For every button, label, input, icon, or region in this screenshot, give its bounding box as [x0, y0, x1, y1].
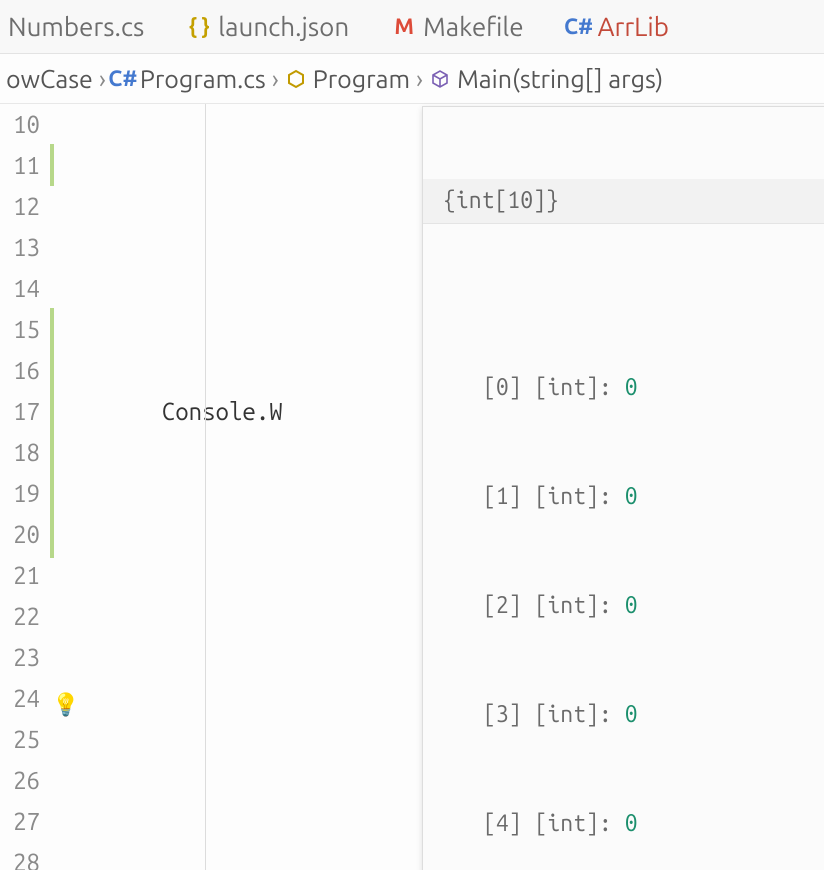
method-icon	[429, 69, 451, 89]
tab-label: Numbers.cs	[8, 12, 144, 41]
csharp-icon: C#	[568, 16, 590, 38]
tooltip-body: [0] [int]: 0 [1] [int]: 0 [2] [int]: 0 […	[423, 296, 824, 870]
indent-guide	[205, 104, 206, 870]
line-number: 23	[0, 637, 40, 678]
line-number: 16	[0, 350, 40, 391]
line-number: 17	[0, 391, 40, 432]
tooltip-row[interactable]: [0] [int]: 0	[483, 370, 824, 407]
editor-area[interactable]: 10 11 12 13 14 15 16 17 18 19 20 21 22 2…	[0, 104, 824, 870]
tooltip-row[interactable]: [1] [int]: 0	[483, 479, 824, 516]
line-number: 20	[0, 514, 40, 555]
line-number: 24	[0, 678, 40, 719]
line-number: 19	[0, 473, 40, 514]
crumb-segment: Program.cs	[140, 65, 266, 93]
line-number: 21	[0, 555, 40, 596]
tab-label: launch.json	[218, 12, 349, 41]
tooltip-row[interactable]: [3] [int]: 0	[483, 697, 824, 734]
breadcrumb[interactable]: owCase › C# Program.cs › Program › Main(…	[0, 54, 824, 104]
line-number: 12	[0, 186, 40, 227]
debug-hover-tooltip[interactable]: {int[10]} [0] [int]: 0 [1] [int]: 0 [2] …	[422, 106, 824, 870]
tooltip-row[interactable]: [4] [int]: 0	[483, 806, 824, 843]
line-number: 18	[0, 432, 40, 473]
line-number: 25	[0, 719, 40, 760]
code-content[interactable]: Console.W int[] num for (int { nums1 } C…	[90, 104, 824, 870]
tab-arrlib[interactable]: C# ArrLib	[546, 0, 691, 53]
makefile-icon: M	[393, 16, 415, 38]
line-number: 13	[0, 227, 40, 268]
tab-label: ArrLib	[598, 12, 669, 41]
tab-launch-json[interactable]: { } launch.json	[166, 0, 371, 53]
crumb-segment: owCase	[6, 65, 93, 93]
json-icon: { }	[188, 16, 210, 38]
line-number: 26	[0, 760, 40, 801]
chevron-right-icon: ›	[272, 65, 279, 93]
line-number: 10	[0, 104, 40, 145]
tooltip-header: {int[10]}	[423, 179, 824, 224]
tooltip-row[interactable]: [2] [int]: 0	[483, 588, 824, 625]
glyph-margin: 💡	[46, 104, 90, 870]
tab-makefile[interactable]: M Makefile	[371, 0, 545, 53]
line-number: 27	[0, 801, 40, 842]
line-number: 15	[0, 309, 40, 350]
crumb-segment: Program	[313, 65, 410, 93]
chevron-right-icon: ›	[99, 65, 106, 93]
csharp-icon: C#	[112, 66, 134, 91]
tab-numbers-cs[interactable]: Numbers.cs	[0, 0, 166, 53]
lightbulb-icon[interactable]: 💡	[52, 684, 79, 725]
tab-bar: Numbers.cs { } launch.json M Makefile C#…	[0, 0, 824, 54]
chevron-right-icon: ›	[416, 65, 423, 93]
crumb-segment: Main(string[] args)	[457, 65, 663, 93]
line-number: 22	[0, 596, 40, 637]
line-number-gutter: 10 11 12 13 14 15 16 17 18 19 20 21 22 2…	[0, 104, 46, 870]
line-number: 11	[0, 145, 40, 186]
line-number: 28	[0, 842, 40, 870]
class-icon	[285, 69, 307, 89]
line-number: 14	[0, 268, 40, 309]
tab-label: Makefile	[423, 12, 523, 41]
